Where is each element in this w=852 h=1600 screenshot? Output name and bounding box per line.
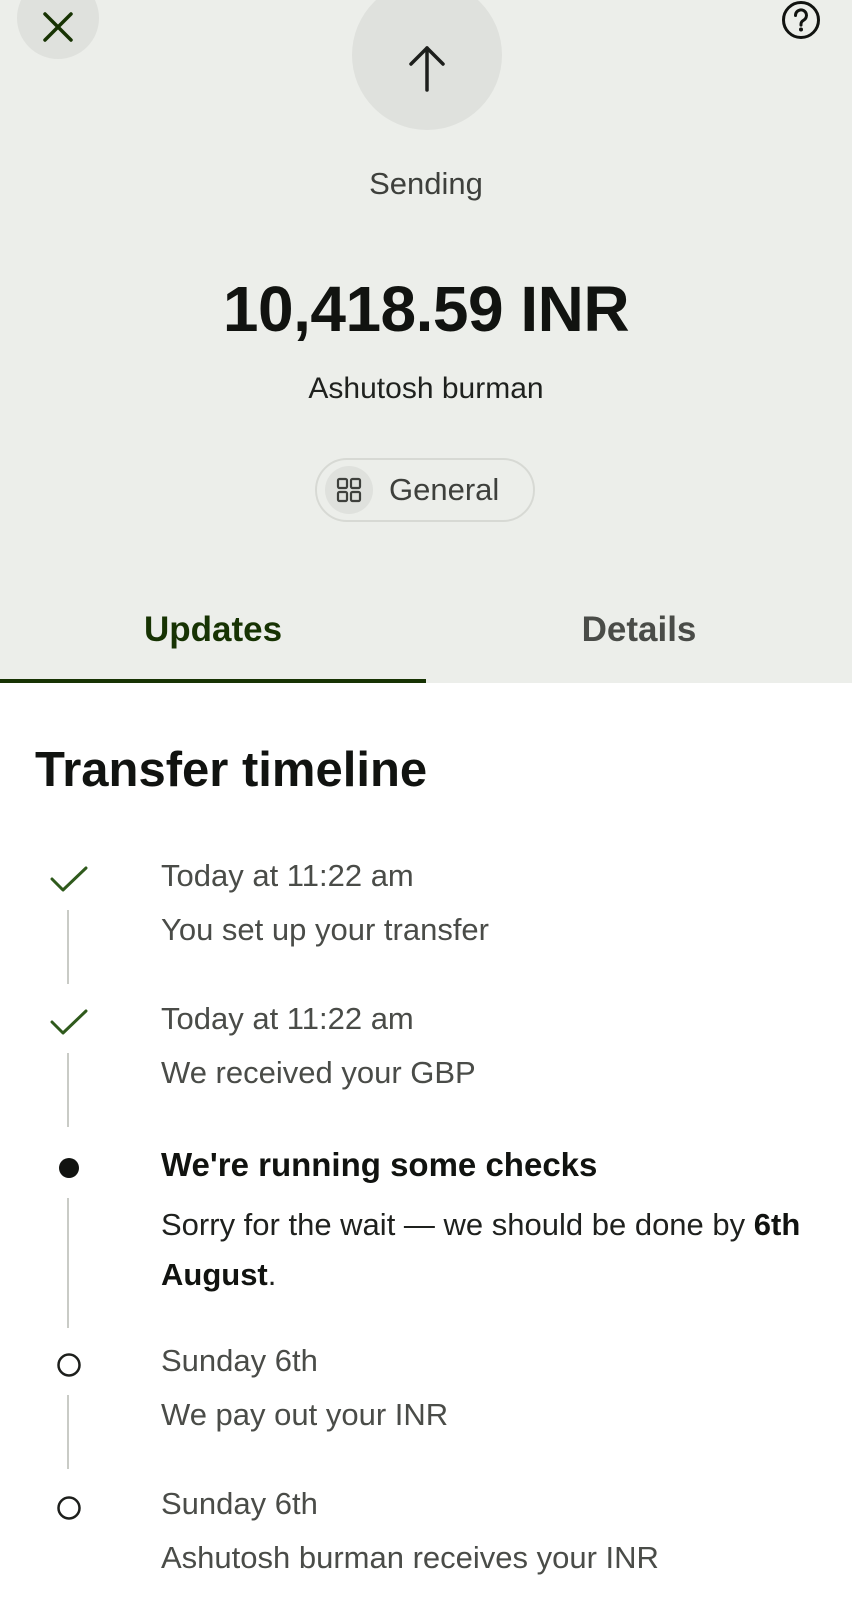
description-suffix: . — [267, 1257, 277, 1292]
transfer-status: Sending — [369, 166, 483, 201]
timeline-description-text: Sorry for the wait — we should be done b… — [161, 1207, 746, 1242]
recipient-name[interactable]: Ashutosh burman — [0, 372, 852, 406]
active-tab-indicator — [0, 679, 426, 683]
arrow-up-icon — [409, 46, 445, 92]
timeline-date: Today at 11:22 am — [161, 858, 414, 893]
help-button[interactable] — [781, 0, 821, 40]
timeline-description: Sorry for the wait — we should be done b… — [161, 1200, 821, 1300]
timeline-description: You set up your transfer — [161, 912, 489, 947]
timeline-connector — [67, 1395, 69, 1469]
timeline-date: Sunday 6th — [161, 1486, 318, 1521]
timeline-description: We received your GBP — [161, 1055, 476, 1090]
close-button[interactable] — [17, 0, 99, 59]
timeline-connector — [67, 1198, 69, 1328]
timeline-date: Sunday 6th — [161, 1343, 318, 1378]
tab-details[interactable]: Details — [426, 610, 852, 650]
check-icon — [47, 1001, 91, 1045]
transfer-header: Sending 10,418.59 INR Ashutosh burman Ge… — [0, 0, 852, 683]
timeline-title-current: We're running some checks — [161, 1146, 598, 1183]
close-icon — [43, 12, 73, 42]
timeline-description: Ashutosh burman receives your INR — [161, 1540, 659, 1575]
timeline-date: Today at 11:22 am — [161, 1001, 414, 1036]
pending-circle-icon — [47, 1486, 91, 1530]
timeline-title: Transfer timeline — [35, 743, 428, 797]
current-step-dot-icon — [47, 1146, 91, 1190]
timeline-description: We pay out your INR — [161, 1397, 449, 1432]
tab-updates[interactable]: Updates — [0, 610, 426, 650]
category-label: General — [389, 472, 500, 507]
status-icon-circle — [352, 0, 502, 130]
help-icon — [782, 1, 820, 39]
pending-circle-icon — [47, 1343, 91, 1387]
grid-icon — [325, 466, 373, 514]
transfer-amount: 10,418.59 INR — [222, 273, 630, 345]
category-chip[interactable]: General — [315, 458, 535, 522]
check-icon — [47, 858, 91, 902]
timeline-connector — [67, 1053, 69, 1127]
timeline-connector — [67, 910, 69, 984]
